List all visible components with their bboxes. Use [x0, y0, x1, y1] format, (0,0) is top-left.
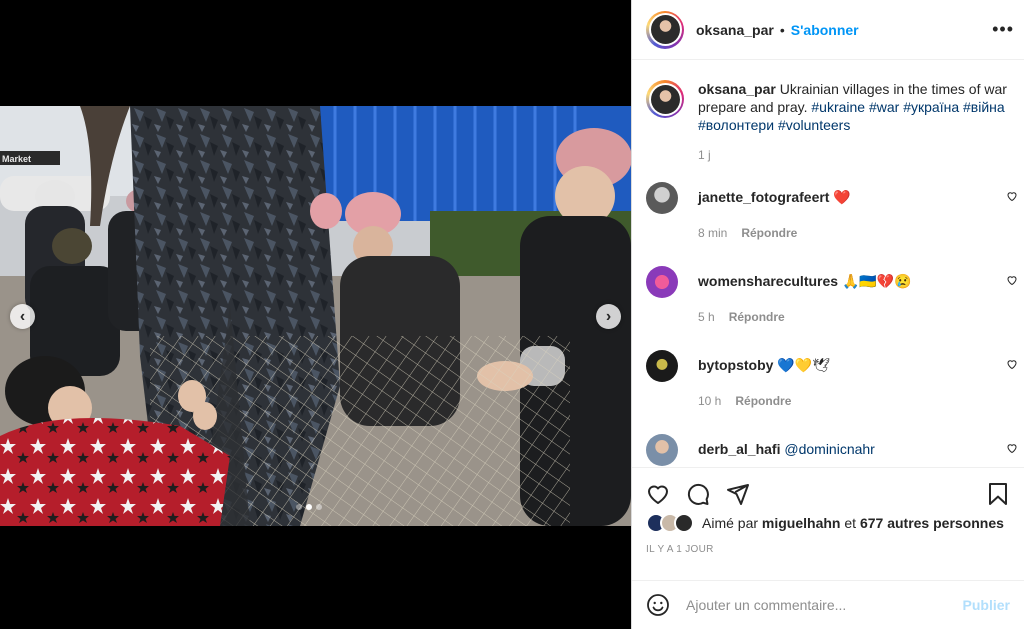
carousel-dot	[316, 504, 322, 510]
post-header: oksana_par • S'abonner •••	[632, 0, 1024, 60]
like-comment-heart-icon[interactable]	[1006, 358, 1018, 370]
likes-conj: et	[844, 515, 857, 531]
caption-timestamp: 1 j	[698, 148, 711, 162]
hashtag-link[interactable]: #war	[869, 99, 899, 115]
caption-username[interactable]: oksana_par	[698, 81, 776, 97]
carousel-dot-active	[306, 504, 312, 510]
separator-dot: •	[779, 21, 785, 38]
publish-button[interactable]: Publier	[963, 597, 1010, 613]
hashtag-link[interactable]: #україна	[903, 99, 959, 115]
like-comment-heart-icon[interactable]	[1006, 274, 1018, 286]
hashtag-link[interactable]: #volunteers	[778, 117, 850, 133]
post-date: IL Y A 1 JOUR	[646, 544, 714, 555]
liker-username[interactable]: miguelhahn	[762, 515, 841, 531]
author-username[interactable]: oksana_par	[696, 22, 774, 38]
comment-item: janette_fotografeert ❤️ 8 min Répondre	[646, 182, 1017, 242]
comment-item: womensharecultures 🙏🇺🇦💔😢 5 h Répondre	[646, 266, 1017, 326]
add-comment-bar: Publier	[632, 580, 1024, 629]
hashtag-link[interactable]: #волонтери	[698, 117, 774, 133]
carousel-indicator	[296, 504, 322, 510]
commenter-avatar[interactable]	[646, 182, 678, 214]
mention-link[interactable]: @dominicnahr	[784, 441, 874, 457]
comment-text: 🙏🇺🇦💔😢	[841, 273, 912, 289]
comment-item: derb_al_hafi @dominicnahr	[646, 434, 1017, 466]
chevron-left-icon[interactable]: ‹	[10, 304, 35, 329]
comment-item: bytopstoby 💙💛🕊 10 h Répondre	[646, 350, 1017, 410]
share-icon[interactable]	[726, 482, 750, 506]
emoji-icon[interactable]	[646, 593, 670, 617]
post-caption: oksana_par Ukrainian villages in the tim…	[646, 61, 1010, 134]
likes-summary: Aimé par miguelhahn et 677 autres person…	[646, 513, 1010, 533]
commenter-username[interactable]: bytopstoby	[698, 357, 773, 373]
comment-text: ❤️	[833, 189, 851, 205]
comment-icon[interactable]	[686, 482, 710, 506]
hashtag-link[interactable]: #ukraine	[811, 99, 865, 115]
carousel-dot	[296, 504, 302, 510]
bookmark-icon[interactable]	[986, 482, 1010, 506]
chevron-right-icon[interactable]: ›	[596, 304, 621, 329]
svg-text:Market: Market	[2, 154, 31, 164]
reply-button[interactable]: Répondre	[735, 394, 791, 408]
commenter-avatar[interactable]	[646, 350, 678, 382]
commenter-avatar[interactable]	[646, 434, 678, 466]
author-avatar[interactable]	[646, 10, 684, 49]
comment-time: 8 min	[698, 226, 728, 240]
commenter-username[interactable]: womensharecultures	[698, 273, 838, 289]
like-comment-heart-icon[interactable]	[1006, 190, 1018, 202]
likes-prefix: Aimé par	[702, 515, 759, 531]
likes-others-link[interactable]: 677 autres personnes	[860, 515, 1004, 531]
comment-time: 10 h	[698, 394, 722, 408]
follow-button[interactable]: S'abonner	[791, 22, 859, 38]
post-actions: Aimé par miguelhahn et 677 autres person…	[632, 467, 1024, 571]
heart-icon[interactable]	[646, 482, 670, 506]
comments-list[interactable]: oksana_par Ukrainian villages in the tim…	[632, 61, 1024, 467]
comment-time: 5 h	[698, 310, 715, 324]
comment-input[interactable]	[686, 597, 956, 613]
post-media: Market ‹ ›	[0, 0, 631, 629]
like-comment-heart-icon[interactable]	[1006, 442, 1018, 454]
comment-text: 💙💛🕊	[777, 357, 830, 373]
more-options-icon[interactable]: •••	[992, 20, 1014, 38]
post-photo[interactable]: Market	[0, 106, 631, 526]
commenter-username[interactable]: janette_fotografeert	[698, 189, 829, 205]
caption-avatar[interactable]	[646, 80, 684, 118]
commenter-username[interactable]: derb_al_hafi	[698, 441, 780, 457]
reply-button[interactable]: Répondre	[729, 310, 785, 324]
caption-text: oksana_par Ukrainian villages in the tim…	[698, 80, 1010, 134]
hashtag-link[interactable]: #війна	[963, 99, 1005, 115]
reply-button[interactable]: Répondre	[741, 226, 797, 240]
post-side-panel: oksana_par • S'abonner ••• oksana_par Uk…	[631, 0, 1024, 629]
commenter-avatar[interactable]	[646, 266, 678, 298]
likers-avatars[interactable]	[646, 513, 694, 533]
